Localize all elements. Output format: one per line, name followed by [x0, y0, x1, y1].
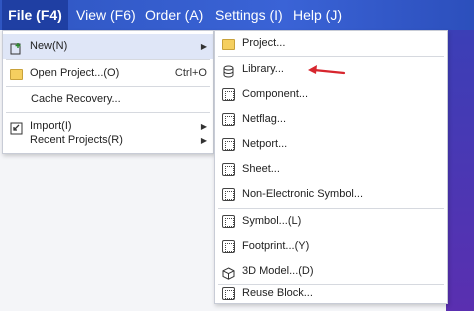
- new-file-icon: [10, 40, 23, 55]
- submenu-item-component-label: Component...: [242, 88, 309, 100]
- sheet-icon: [222, 163, 235, 176]
- chevron-right-icon: ▶: [200, 42, 207, 51]
- menu-view[interactable]: View (F6): [76, 0, 136, 30]
- menu-item-open-label: Open Project...(O): [30, 67, 120, 79]
- submenu-item-netflag[interactable]: Netflag...: [215, 107, 447, 132]
- shortcut-label: Ctrl+O: [174, 67, 207, 79]
- netport-icon: [222, 138, 235, 151]
- submenu-item-non-electronic-label: Non-Electronic Symbol...: [242, 188, 364, 200]
- footprint-icon: [222, 240, 235, 253]
- menu-item-open-project[interactable]: Open Project...(O) Ctrl+O: [3, 61, 213, 86]
- cube-icon: [222, 265, 235, 280]
- annotation-arrow-icon: [308, 65, 346, 75]
- submenu-item-symbol-label: Symbol...(L): [242, 215, 302, 227]
- file-menu: New(N) ▶ Open Project...(O) Ctrl+O Cache…: [2, 30, 214, 154]
- submenu-item-netflag-label: Netflag...: [242, 113, 287, 125]
- submenu-item-project[interactable]: Project...: [215, 31, 447, 56]
- menu-order[interactable]: Order (A): [145, 0, 203, 30]
- menu-item-new-label: New(N): [30, 40, 68, 52]
- submenu-item-symbol[interactable]: Symbol...(L): [215, 209, 447, 234]
- workspace-banner-edge: [446, 30, 474, 311]
- reuse-block-icon: [222, 287, 235, 300]
- submenu-item-project-label: Project...: [242, 37, 286, 49]
- netflag-icon: [222, 113, 235, 126]
- submenu-item-non-electronic-symbol[interactable]: Non-Electronic Symbol...: [215, 182, 447, 207]
- menu-item-recent-projects[interactable]: Recent Projects(R) ▶: [3, 128, 213, 153]
- submenu-item-sheet[interactable]: Sheet...: [215, 157, 447, 182]
- menu-bar: File (F4) View (F6) Order (A) Settings (…: [0, 0, 474, 30]
- submenu-item-netport[interactable]: Netport...: [215, 132, 447, 157]
- symbol-icon: [222, 215, 235, 228]
- component-icon: [222, 88, 235, 101]
- folder-icon: [222, 39, 235, 50]
- database-icon: [222, 63, 235, 78]
- menu-file[interactable]: File (F4): [2, 0, 68, 30]
- menu-help[interactable]: Help (J): [293, 0, 342, 30]
- submenu-item-reuse-block-label: Reuse Block...: [242, 287, 313, 299]
- submenu-item-footprint[interactable]: Footprint...(Y): [215, 234, 447, 259]
- menu-item-new[interactable]: New(N) ▶: [3, 34, 213, 59]
- non-electronic-symbol-icon: [222, 188, 235, 201]
- menu-settings[interactable]: Settings (I): [215, 0, 283, 30]
- chevron-right-icon: ▶: [200, 136, 207, 145]
- menu-item-cache-recovery[interactable]: Cache Recovery...: [3, 87, 213, 112]
- submenu-item-sheet-label: Sheet...: [242, 163, 280, 175]
- menu-item-recent-label: Recent Projects(R): [30, 134, 123, 146]
- divider: [6, 112, 210, 113]
- submenu-item-library-label: Library...: [242, 63, 284, 75]
- folder-icon: [10, 69, 23, 80]
- submenu-item-reuse-block[interactable]: Reuse Block...: [215, 281, 447, 306]
- divider: [6, 59, 210, 60]
- submenu-item-component[interactable]: Component...: [215, 82, 447, 107]
- submenu-item-netport-label: Netport...: [242, 138, 288, 150]
- submenu-item-footprint-label: Footprint...(Y): [242, 240, 310, 252]
- menu-item-cache-label: Cache Recovery...: [31, 93, 121, 105]
